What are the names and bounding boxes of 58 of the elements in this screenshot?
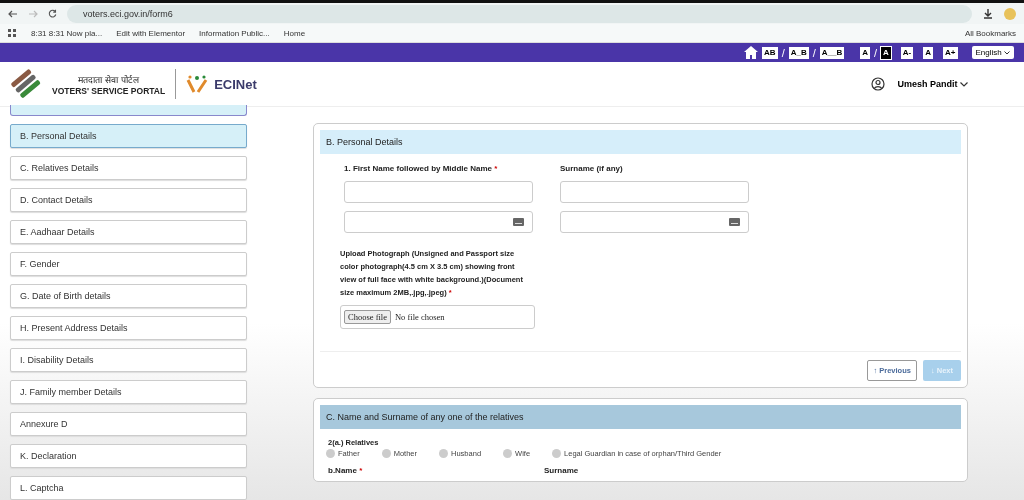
field-label: 1. First Name followed by Middle Name * xyxy=(344,164,499,173)
all-bookmarks-link[interactable]: All Bookmarks xyxy=(964,28,1016,38)
separator-text: / xyxy=(874,46,878,59)
chevron-down-icon xyxy=(1004,51,1010,56)
sidebar-item[interactable]: G. Date of Birth details xyxy=(10,284,247,308)
keyboard-icon[interactable] xyxy=(513,218,524,226)
back-arrow-icon[interactable] xyxy=(8,9,18,18)
home-icon[interactable] xyxy=(744,46,759,60)
sidebar-item[interactable]: F. Gender xyxy=(10,252,247,276)
field-label: Surname (if any) xyxy=(560,164,624,173)
user-icon[interactable] xyxy=(871,77,886,92)
file-upload-field[interactable]: Choose file No file chosen xyxy=(340,305,535,329)
ballot-logo-icon xyxy=(10,68,42,101)
brand-name: ECINet xyxy=(214,76,257,92)
section-header: B. Personal Details xyxy=(320,130,961,154)
bookmark-link[interactable]: Information Public... xyxy=(199,28,270,38)
sidebar-item[interactable]: K. Declaration xyxy=(10,444,247,468)
people-logo-icon xyxy=(186,74,209,95)
sidebar-item[interactable]: I. Disability Details xyxy=(10,348,247,372)
download-icon[interactable] xyxy=(982,7,994,20)
font-size-button[interactable]: A+ xyxy=(943,46,958,59)
sidebar-item[interactable]: C. Relatives Details xyxy=(10,156,247,180)
portal-title: VOTERS' SERVICE PORTAL xyxy=(52,85,166,96)
sidebar-item[interactable]: H. Present Address Details xyxy=(10,316,247,340)
text-spacing-button[interactable]: A_B xyxy=(788,46,809,59)
contrast-button[interactable]: A xyxy=(881,46,891,59)
language-select[interactable]: English xyxy=(971,46,1014,60)
bookmark-link[interactable]: 8:31 8:31 Now pla... xyxy=(31,28,103,38)
sidebar-item[interactable]: D. Contact Details xyxy=(10,188,247,212)
text-spacing-button[interactable]: AB xyxy=(762,46,778,59)
separator-text: / xyxy=(781,46,785,59)
sidebar-item[interactable]: Annexure D xyxy=(10,412,247,436)
first-name-input[interactable] xyxy=(344,181,533,203)
surname-input[interactable] xyxy=(560,181,749,203)
contrast-button[interactable]: A xyxy=(860,46,870,59)
reload-icon[interactable] xyxy=(48,9,57,19)
field-label: Surname xyxy=(544,466,580,475)
sidebar-item[interactable]: L. Captcha xyxy=(10,476,247,500)
surname-hindi-input[interactable] xyxy=(560,211,749,233)
user-menu[interactable]: Umesh Pandit xyxy=(891,78,974,91)
bookmark-link[interactable]: Home xyxy=(283,28,306,38)
keyboard-icon[interactable] xyxy=(729,218,740,226)
section-header: C. Name and Surname of any one of the relatives xyxy=(320,405,961,429)
portal-hindi-title: मतदाता सेवा पोर्टल xyxy=(78,73,139,86)
address-bar[interactable]: voters.eci.gov.in/form6 xyxy=(67,4,972,23)
sidebar-item[interactable]: J. Family member Details xyxy=(10,380,247,404)
chevron-down-icon xyxy=(960,82,968,88)
separator-text: / xyxy=(812,46,816,59)
sidebar-item[interactable] xyxy=(10,105,247,116)
sidebar-item[interactable]: E. Aadhaar Details xyxy=(10,220,247,244)
first-name-hindi-input[interactable] xyxy=(344,211,533,233)
apps-icon[interactable] xyxy=(8,28,17,38)
font-size-button[interactable]: A- xyxy=(900,46,914,59)
font-size-button[interactable]: A xyxy=(923,46,934,59)
field-label: b.Name * xyxy=(328,466,364,475)
bookmark-link[interactable]: Edit with Elementor xyxy=(116,28,186,38)
sidebar-item[interactable]: B. Personal Details xyxy=(10,124,247,148)
text-spacing-button[interactable]: A__B xyxy=(819,46,845,59)
